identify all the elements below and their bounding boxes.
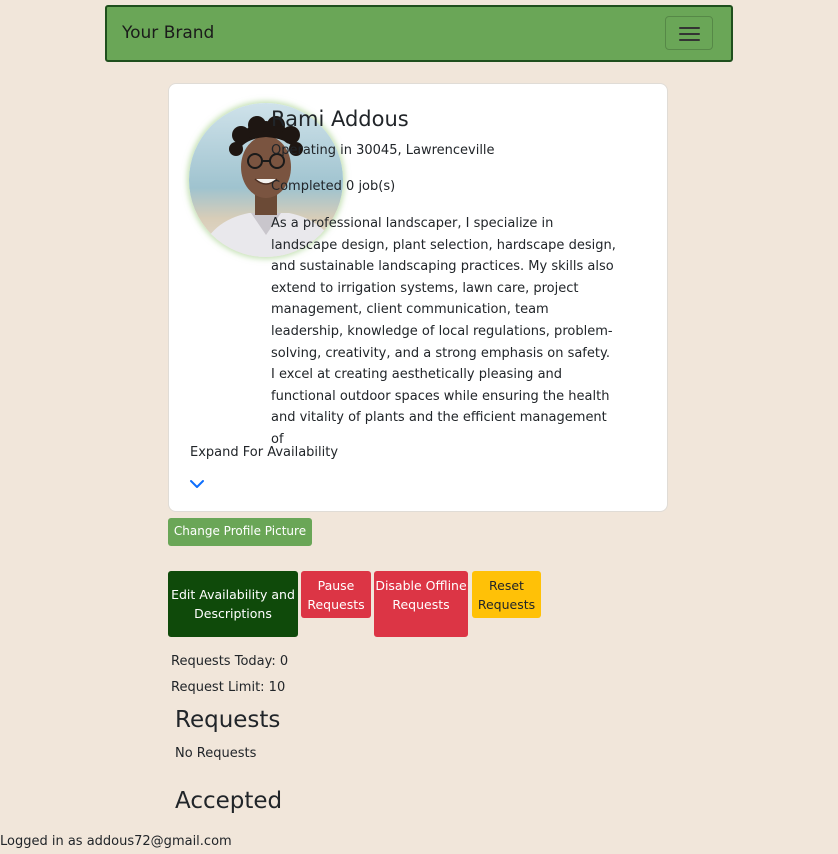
- requests-heading: Requests: [175, 707, 281, 733]
- navbar-toggle-button[interactable]: [665, 16, 713, 50]
- change-profile-picture-button[interactable]: Change Profile Picture: [168, 518, 312, 546]
- navbar: Your Brand: [105, 5, 733, 62]
- completed-jobs: Completed 0 job(s): [271, 179, 396, 194]
- hamburger-menu-icon: [679, 39, 700, 41]
- hamburger-menu-icon: [679, 27, 700, 29]
- profile-bio: As a professional landscaper, I speciali…: [271, 216, 616, 447]
- request-limit: Request Limit: 10: [171, 680, 286, 695]
- disable-offline-requests-button[interactable]: Disable Offline Requests: [374, 571, 468, 637]
- expand-availability-label: Expand For Availability: [190, 445, 339, 460]
- edit-availability-button[interactable]: Edit Availability and Descriptions: [168, 571, 298, 637]
- profile-name: Rami Addous: [271, 107, 409, 131]
- profile-card: Rami Addous Operating in 30045, Lawrence…: [168, 83, 668, 512]
- accepted-heading: Accepted: [175, 788, 283, 814]
- requests-today: Requests Today: 0: [171, 654, 289, 669]
- pause-requests-button[interactable]: Pause Requests: [301, 571, 371, 618]
- logged-in-status: Logged in as addous72@gmail.com: [0, 834, 232, 849]
- brand-link[interactable]: Your Brand: [122, 23, 214, 43]
- chevron-down-icon[interactable]: [189, 478, 205, 490]
- no-requests-text: No Requests: [175, 746, 257, 761]
- reset-requests-button[interactable]: Reset Requests: [472, 571, 541, 618]
- profile-location: Operating in 30045, Lawrenceville: [271, 143, 495, 158]
- hamburger-menu-icon: [679, 33, 700, 35]
